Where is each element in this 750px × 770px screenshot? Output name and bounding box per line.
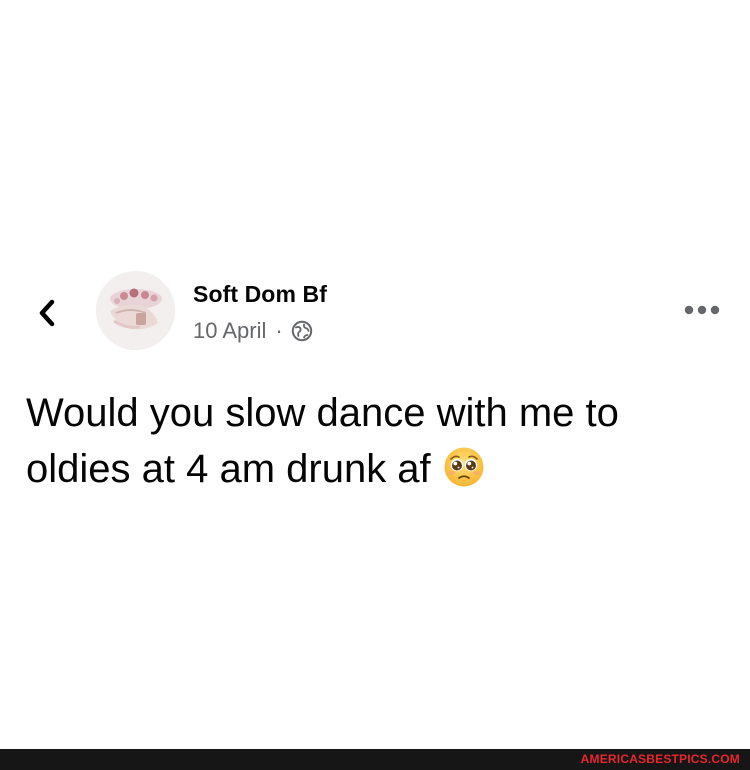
author-name[interactable]: Soft Dom Bf	[193, 281, 327, 308]
avatar-photo	[96, 271, 175, 350]
back-button[interactable]	[30, 294, 64, 332]
pleading-face-emoji-icon	[443, 446, 485, 488]
avatar[interactable]	[96, 271, 175, 350]
post-meta: 10 April ·	[193, 318, 313, 344]
meta-separator: ·	[275, 318, 283, 343]
post-screen: Soft Dom Bf 10 April · Would you slow da…	[0, 0, 750, 770]
post-date[interactable]: 10 April	[193, 318, 266, 344]
post-text: Would you slow dance with me to oldies a…	[26, 385, 726, 497]
footer-bar: AMERICASBESTPICS.COM	[0, 749, 750, 770]
more-options-button[interactable]	[680, 298, 724, 322]
more-options-icon	[684, 305, 720, 315]
globe-icon	[291, 320, 313, 342]
watermark: AMERICASBESTPICS.COM	[580, 752, 740, 766]
chevron-left-icon	[39, 299, 55, 327]
post-text-content: Would you slow dance with me to oldies a…	[26, 391, 619, 491]
